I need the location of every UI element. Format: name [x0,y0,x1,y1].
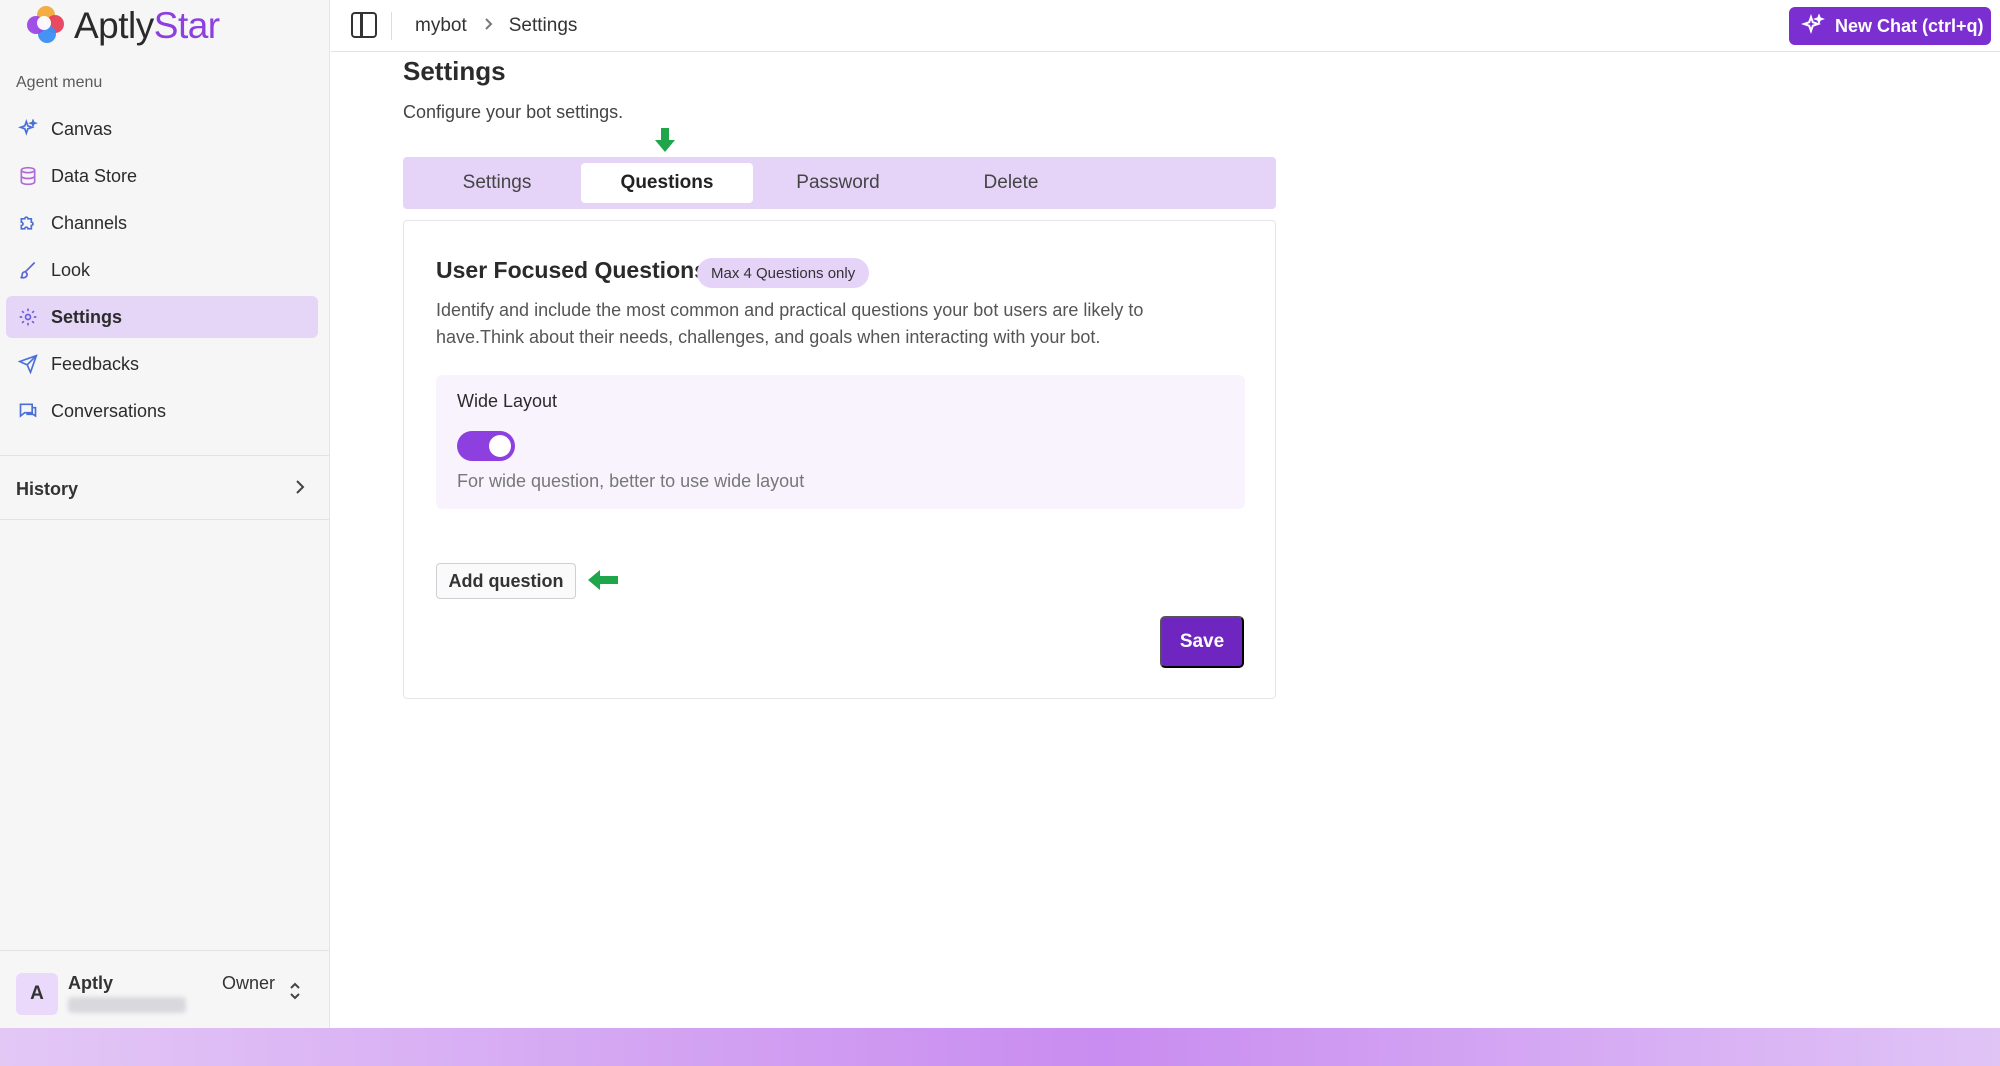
breadcrumb-current: Settings [508,15,578,36]
sidebar-item-label: Settings [51,306,123,327]
wide-layout-help: For wide question, better to use wide la… [457,471,805,491]
sidebar-item-label: Channels [51,212,128,233]
bottom-gradient-strip [0,1028,2000,1066]
agent-menu: Canvas Data Store Channels Look Settings [6,108,318,437]
gear-icon [17,306,39,328]
logo-icon [26,6,66,46]
sidebar-divider [0,519,330,520]
sidebar-item-data-store[interactable]: Data Store [6,155,318,197]
settings-tabs: Settings Questions Password Delete [403,157,1276,209]
add-question-button[interactable]: Add question [436,563,576,599]
top-bar: mybot Settings New Chat (ctrl+q) [331,0,2000,52]
sidebar-item-label: Look [51,259,91,280]
topbar-divider [391,12,392,40]
user-account[interactable]: A Aptly Owner [0,950,330,1028]
tab-settings[interactable]: Settings [411,163,583,203]
chat-icon [17,400,39,422]
database-icon [17,165,39,187]
brand-name: AptlyStar [74,5,220,46]
sidebar-item-conversations[interactable]: Conversations [6,390,318,432]
limit-badge: Max 4 Questions only [697,258,870,288]
sparkles-icon [17,118,39,140]
page-title: Settings [403,56,506,86]
sidebar-item-label: Data Store [51,165,138,186]
sidebar-item-channels[interactable]: Channels [6,202,318,244]
sidebar-item-feedbacks[interactable]: Feedbacks [6,343,318,385]
page-subtitle: Configure your bot settings. [403,102,624,122]
sidebar-item-look[interactable]: Look [6,249,318,291]
questions-card: User Focused Questions Max 4 Questions o… [403,220,1276,699]
breadcrumb-bot[interactable]: mybot [415,15,467,37]
card-description: Identify and include the most common and… [436,300,1144,347]
card-title: User Focused Questions [436,257,707,283]
tab-password[interactable]: Password [752,163,924,203]
chevron-up-down-icon[interactable] [288,981,302,1006]
sidebar-toggle-icon[interactable] [351,12,377,38]
breadcrumb: mybot Settings [415,15,577,37]
sidebar-item-label: Canvas [51,118,113,139]
new-chat-label: New Chat (ctrl+q) [1835,15,1984,36]
toggle-knob [489,435,511,457]
arrow-down-icon [655,128,675,157]
user-role: Owner [222,973,276,993]
chevron-right-icon [294,479,306,500]
chevron-right-icon [483,17,493,36]
user-name: Aptly [68,973,113,993]
user-email-redacted [68,997,186,1013]
sidebar-item-canvas[interactable]: Canvas [6,108,318,150]
sidebar-divider [0,455,330,456]
sidebar: AptlyStar Agent menu Canvas Data Store C… [0,0,330,1028]
avatar: A [16,973,58,1015]
sidebar-item-label: Feedbacks [51,353,140,374]
history-toggle[interactable]: History [0,464,330,514]
save-button[interactable]: Save [1160,616,1244,668]
brand-logo[interactable]: AptlyStar [26,4,220,48]
new-chat-button[interactable]: New Chat (ctrl+q) [1789,7,1991,45]
tab-delete[interactable]: Delete [925,163,1097,203]
wide-layout-label: Wide Layout [457,391,558,411]
send-icon [17,353,39,375]
tab-questions[interactable]: Questions [581,163,753,203]
brush-icon [17,259,39,281]
sidebar-item-settings[interactable]: Settings [6,296,318,338]
sidebar-item-label: Conversations [51,400,167,421]
sparkles-icon [1801,14,1825,35]
arrow-left-icon [588,570,618,595]
puzzle-icon [17,212,39,234]
wide-layout-toggle[interactable] [457,431,515,461]
history-label: History [16,478,79,499]
wide-layout-setting: Wide Layout For wide question, better to… [436,375,1245,509]
agent-menu-label: Agent menu [16,74,103,91]
